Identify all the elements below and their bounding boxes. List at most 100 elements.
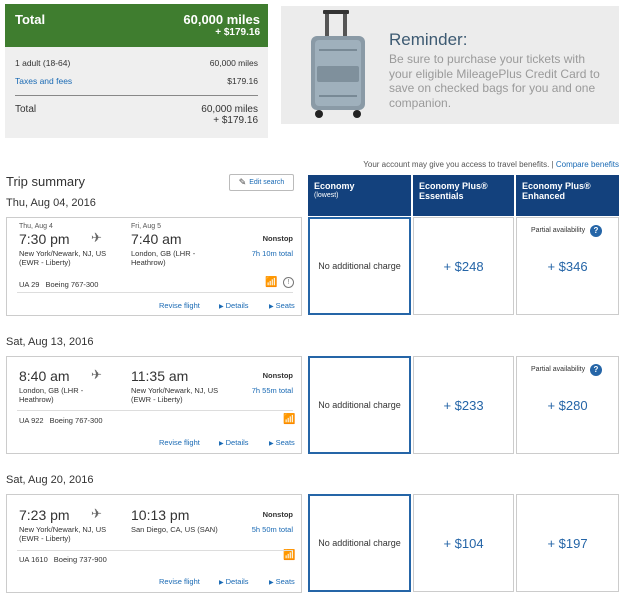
flight-card: 7:23 pm ✈ 10:13 pm Nonstop New York/Newa…: [6, 494, 302, 593]
trip-summary-title: Trip summary: [6, 174, 85, 189]
total-bottom-label: Total: [15, 104, 37, 115]
total-bottom-amount: 60,000 miles + $179.16: [201, 104, 258, 126]
details-label: Details: [225, 438, 249, 447]
cabin-name: Economy Plus®: [522, 181, 591, 191]
passenger-label: 1 adult (18-64): [15, 58, 71, 68]
cabin-header-essentials: Economy Plus® Essentials: [413, 175, 514, 216]
arrival-city: New York/Newark, NJ, US (EWR - Liberty): [131, 386, 219, 404]
flight-number-text: UA 922: [19, 416, 44, 425]
cabin-header-enhanced: Economy Plus® Enhanced: [516, 175, 619, 216]
total-header: Total 60,000 miles + $179.16: [5, 4, 268, 47]
aircraft-type: Boeing 767-300: [45, 280, 99, 289]
fare-enhanced[interactable]: Partial availability ? + $280: [516, 356, 619, 454]
arrival-time: 11:35 am: [131, 368, 189, 384]
fare-economy[interactable]: No additional charge: [308, 494, 411, 592]
departure-time: 7:30 pm: [19, 231, 70, 247]
reminder-text: Be sure to purchase your tickets with yo…: [389, 52, 600, 110]
departure-small-date: Thu, Aug 4: [19, 223, 53, 230]
fare-economy[interactable]: No additional charge: [308, 217, 411, 315]
fare-essentials[interactable]: + $104: [413, 494, 514, 592]
details-link[interactable]: ▶ Details: [219, 577, 249, 586]
departure-time: 7:23 pm: [19, 507, 70, 523]
fare-economy-label: No additional charge: [318, 400, 401, 410]
pencil-icon: ✎: [238, 177, 247, 187]
fare-essentials-price: + $104: [443, 535, 484, 551]
arrival-time: 10:13 pm: [131, 507, 190, 523]
wifi-icon: 📶: [265, 277, 278, 288]
stops-label: Nonstop: [262, 371, 293, 380]
fare-economy[interactable]: No additional charge: [308, 356, 411, 454]
segment-date: Sat, Aug 20, 2016: [6, 474, 94, 486]
seats-label: Seats: [275, 301, 295, 310]
segment-date: Sat, Aug 13, 2016: [6, 336, 94, 348]
total-amount: 60,000 miles + $179.16: [183, 12, 260, 47]
fare-essentials-price: + $248: [443, 258, 484, 274]
flight-number-text: UA 29: [19, 280, 40, 289]
fare-economy-label: No additional charge: [318, 538, 401, 548]
taxes-value: $179.16: [227, 76, 258, 86]
fare-essentials[interactable]: + $233: [413, 356, 514, 454]
fare-enhanced-price: + $346: [547, 258, 588, 274]
details-label: Details: [225, 577, 249, 586]
seats-link[interactable]: ▶ Seats: [269, 438, 295, 447]
taxes-link[interactable]: Taxes and fees: [15, 76, 72, 86]
account-note: Your account may give you access to trav…: [363, 160, 619, 169]
seats-label: Seats: [275, 577, 295, 586]
duration-link[interactable]: 5h 50m total: [252, 525, 293, 534]
suitcase-icon: [311, 10, 365, 118]
flight-number-text: UA 1610: [19, 555, 48, 564]
flight-card: 8:40 am ✈ 11:35 am Nonstop London, GB (L…: [6, 356, 302, 454]
edit-search-button[interactable]: ✎ Edit search: [229, 174, 294, 191]
triangle-right-icon: ▶: [269, 580, 274, 586]
arrival-city: San Diego, CA, US (SAN): [131, 525, 218, 534]
cabin-header-economy: Economy (lowest): [308, 175, 411, 216]
seats-link[interactable]: ▶ Seats: [269, 577, 295, 586]
cabin-name: Economy Plus®: [419, 181, 488, 191]
departure-city: New York/Newark, NJ, US (EWR - Liberty): [19, 525, 107, 543]
revise-flight-link[interactable]: Revise flight: [159, 577, 200, 586]
airplane-icon: ✈: [91, 506, 102, 521]
triangle-right-icon: ▶: [219, 304, 224, 310]
arrival-city: London, GB (LHR - Heathrow): [131, 249, 196, 267]
account-note-text: Your account may give you access to trav…: [363, 160, 554, 169]
total-divider: [15, 95, 258, 96]
wifi-icon: 📶: [283, 414, 296, 425]
passenger-value: 60,000 miles: [209, 58, 258, 68]
compare-benefits-link[interactable]: Compare benefits: [556, 160, 619, 169]
duration-link[interactable]: 7h 10m total: [252, 249, 293, 258]
taxes-row: Taxes and fees $179.16: [5, 76, 268, 86]
question-icon[interactable]: ?: [590, 364, 602, 376]
fare-enhanced[interactable]: Partial availability ? + $346: [516, 217, 619, 315]
total-panel: Total 60,000 miles + $179.16 1 adult (18…: [5, 4, 268, 138]
details-label: Details: [225, 301, 249, 310]
card-divider: [17, 292, 293, 293]
triangle-right-icon: ▶: [219, 441, 224, 447]
wifi-icon: 📶: [283, 550, 296, 561]
passenger-row: 1 adult (18-64) 60,000 miles: [5, 58, 268, 68]
fare-economy-label: No additional charge: [318, 261, 401, 271]
aircraft-type: Boeing 767-300: [49, 416, 103, 425]
cabin-name: Economy: [314, 181, 355, 191]
fare-enhanced-price: + $197: [547, 535, 588, 551]
question-icon[interactable]: ?: [590, 225, 602, 237]
stops-label: Nonstop: [262, 234, 293, 243]
fare-essentials[interactable]: + $248: [413, 217, 514, 315]
airplane-icon: ✈: [91, 230, 102, 245]
seats-link[interactable]: ▶ Seats: [269, 301, 295, 310]
info-icon[interactable]: !: [283, 277, 294, 288]
revise-flight-link[interactable]: Revise flight: [159, 301, 200, 310]
seats-label: Seats: [275, 438, 295, 447]
total-label: Total: [15, 12, 46, 27]
details-link[interactable]: ▶ Details: [219, 301, 249, 310]
total-bottom-miles: 60,000 miles: [201, 104, 258, 115]
fare-enhanced[interactable]: + $197: [516, 494, 619, 592]
duration-link[interactable]: 7h 55m total: [252, 386, 293, 395]
fare-enhanced-price: + $280: [547, 397, 588, 413]
arrival-small-date: Fri, Aug 5: [131, 223, 161, 230]
revise-flight-link[interactable]: Revise flight: [159, 438, 200, 447]
details-link[interactable]: ▶ Details: [219, 438, 249, 447]
flight-number: UA 1610 Boeing 737-900: [19, 555, 107, 564]
flight-card: Thu, Aug 4 Fri, Aug 5 7:30 pm ✈ 7:40 am …: [6, 217, 302, 316]
arrival-time: 7:40 am: [131, 231, 182, 247]
edit-search-label: Edit search: [249, 179, 285, 186]
